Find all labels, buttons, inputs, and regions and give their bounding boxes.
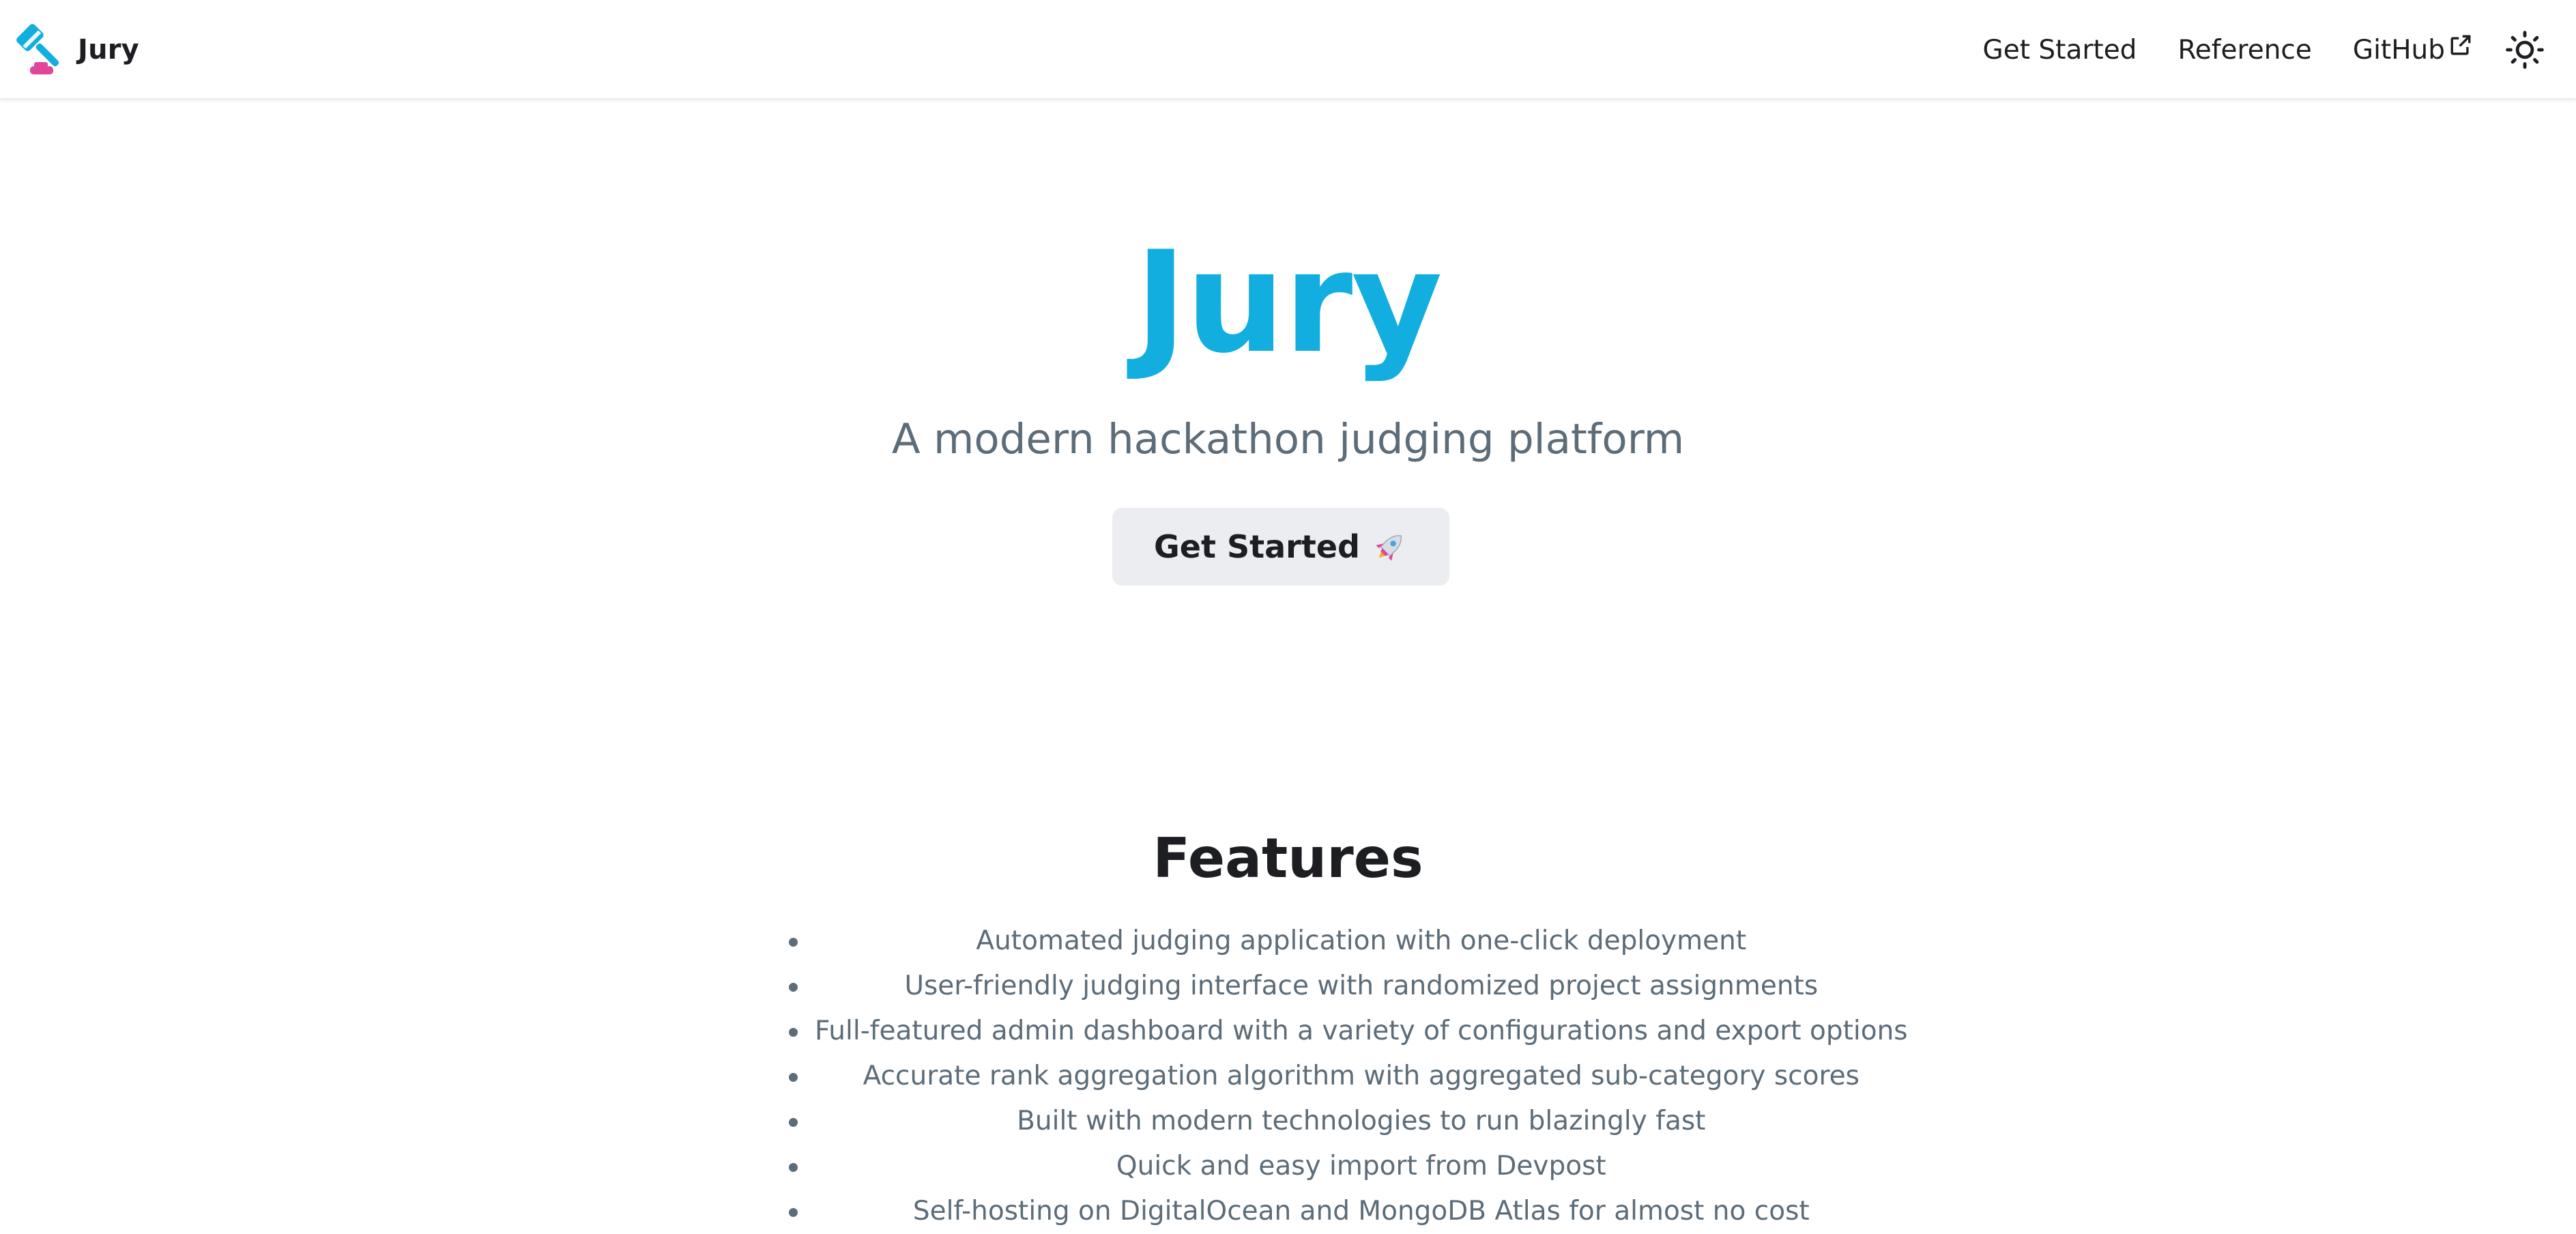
feature-item: User-friendly judging interface with ran… xyxy=(789,964,1908,1009)
get-started-button[interactable]: Get Started xyxy=(1112,508,1449,586)
hero-title: Jury xyxy=(1135,222,1443,384)
feature-text: Automated judging application with one-c… xyxy=(976,926,1747,956)
bullet-icon xyxy=(789,1208,798,1217)
nav-link-github[interactable]: GitHub xyxy=(2353,35,2472,66)
sun-icon xyxy=(2506,31,2544,69)
external-link-icon xyxy=(2450,35,2471,55)
bullet-icon xyxy=(789,1163,798,1172)
nav-links: Get Started Reference GitHub xyxy=(1983,25,2550,75)
gavel-logo-icon xyxy=(16,24,59,74)
navbar: Jury Get Started Reference GitHub xyxy=(0,0,2576,100)
bullet-icon xyxy=(789,983,798,992)
feature-text: Built with modern technologies to run bl… xyxy=(1017,1106,1706,1136)
feature-item: Built with modern technologies to run bl… xyxy=(789,1099,1908,1144)
hero-tagline: A modern hackathon judging platform xyxy=(891,415,1685,463)
features-list: Automated judging application with one-c… xyxy=(789,919,1908,1234)
bullet-icon xyxy=(789,938,798,947)
feature-item: Self-hosting on DigitalOcean and MongoDB… xyxy=(789,1189,1908,1234)
feature-item: Full-featured admin dashboard with a var… xyxy=(789,1009,1908,1054)
nav-link-github-label: GitHub xyxy=(2352,34,2445,66)
bullet-icon xyxy=(789,1028,798,1037)
feature-text: Full-featured admin dashboard with a var… xyxy=(815,1016,1908,1046)
get-started-button-label: Get Started xyxy=(1154,528,1360,565)
feature-item: Quick and easy import from Devpost xyxy=(789,1144,1908,1189)
bullet-icon xyxy=(789,1118,798,1127)
feature-text: Self-hosting on DigitalOcean and MongoDB… xyxy=(912,1196,1810,1226)
feature-item: Automated judging application with one-c… xyxy=(789,919,1908,964)
feature-text: Accurate rank aggregation algorithm with… xyxy=(863,1061,1859,1091)
nav-link-reference[interactable]: Reference xyxy=(2177,35,2311,66)
feature-item: Accurate rank aggregation algorithm with… xyxy=(789,1054,1908,1099)
feature-text: Quick and easy import from Devpost xyxy=(1116,1151,1606,1181)
feature-text: User-friendly judging interface with ran… xyxy=(904,971,1819,1001)
brand-link[interactable]: Jury xyxy=(10,19,139,81)
features-heading: Features xyxy=(1153,827,1423,890)
theme-toggle-button[interactable] xyxy=(2500,25,2550,75)
nav-link-get-started[interactable]: Get Started xyxy=(1983,35,2137,66)
brand-title: Jury xyxy=(78,34,139,66)
rocket-icon xyxy=(1376,535,1402,561)
bullet-icon xyxy=(789,1073,798,1082)
